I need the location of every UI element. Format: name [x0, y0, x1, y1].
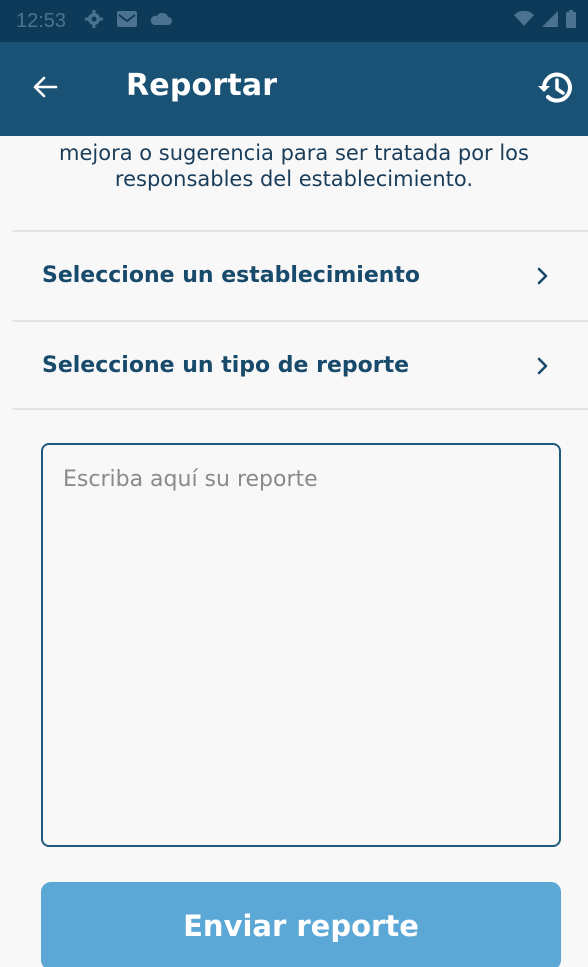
select-establishment-label: Seleccione un establecimiento: [42, 262, 421, 288]
select-establishment[interactable]: Seleccione un establecimiento: [12, 230, 588, 318]
status-bar: 12:53: [0, 0, 588, 42]
back-button[interactable]: [30, 74, 60, 104]
signal-icon: [542, 10, 558, 32]
chevron-right-icon: [536, 266, 550, 286]
wifi-icon: [514, 10, 534, 32]
report-textarea[interactable]: [41, 443, 561, 847]
report-screen: 12:53 Reportar mejora o sugerencia para …: [0, 0, 588, 967]
history-icon: [536, 69, 576, 111]
description-line-1: mejora o sugerencia para ser tratada por…: [59, 141, 529, 165]
history-button[interactable]: [536, 70, 576, 110]
cloud-icon: [150, 12, 173, 31]
status-icons-left: [84, 9, 173, 34]
select-report-type-label: Seleccione un tipo de reporte: [42, 352, 410, 378]
page-title: Reportar: [126, 68, 278, 103]
status-time: 12:53: [16, 9, 67, 32]
status-icons-right: [514, 9, 576, 33]
description-text: mejora o sugerencia para ser tratada por…: [0, 140, 588, 192]
app-bar: Reportar: [0, 42, 588, 136]
battery-icon: [566, 9, 576, 33]
select-report-type[interactable]: Seleccione un tipo de reporte: [12, 320, 588, 408]
divider: [12, 408, 588, 410]
gmail-icon: [116, 10, 138, 33]
settings-icon: [84, 9, 104, 34]
description-line-2: responsables del establecimiento.: [114, 167, 474, 191]
arrow-back-icon: [32, 75, 58, 103]
submit-report-button[interactable]: Enviar reporte: [41, 882, 561, 967]
chevron-right-icon: [536, 356, 550, 376]
